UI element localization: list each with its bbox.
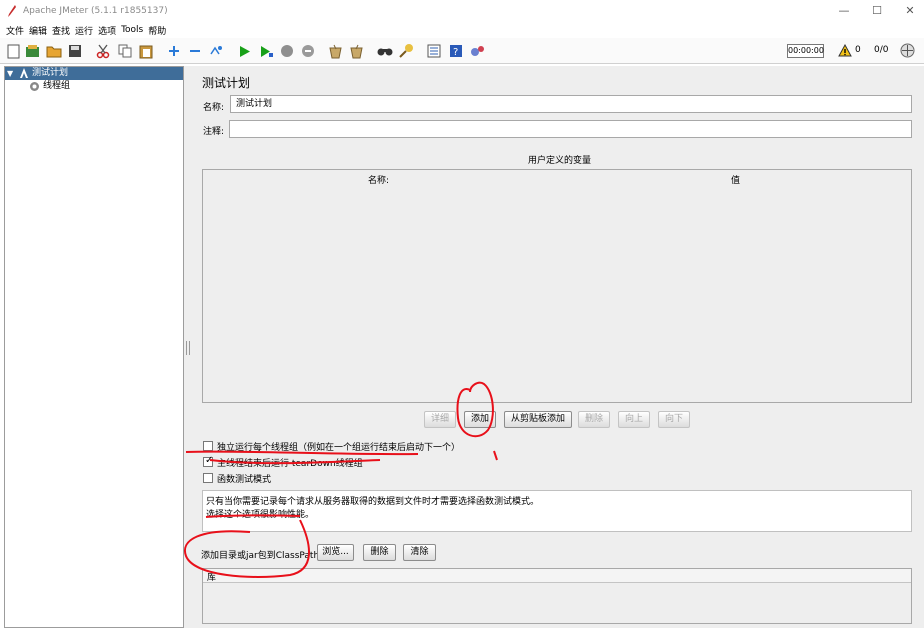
tree-item-test-plan[interactable]: ▼ 测试计划: [5, 67, 183, 80]
comment-label: 注释:: [203, 127, 225, 137]
classpath-delete-button[interactable]: 删除: [363, 544, 396, 561]
start-icon[interactable]: [237, 43, 253, 59]
new-icon[interactable]: [5, 43, 21, 59]
add-from-clipboard-button[interactable]: 从剪贴板添加: [504, 411, 572, 428]
functional-mode-label: 函数测试模式: [217, 475, 272, 485]
warning-icon[interactable]: [838, 43, 852, 60]
user-vars-title: 用户定义的变量: [528, 156, 592, 166]
classpath-label: 添加目录或jar包到ClassPath: [201, 551, 320, 561]
remote-icon[interactable]: [469, 43, 485, 59]
cut-icon[interactable]: [95, 43, 111, 59]
library-table[interactable]: 库: [202, 568, 912, 624]
warning-count: 0: [855, 45, 861, 55]
reset-search-icon[interactable]: [398, 43, 414, 59]
detail-button[interactable]: 详细: [424, 411, 456, 428]
run-groups-consecutively-checkbox[interactable]: [203, 441, 213, 451]
menu-search[interactable]: 查找: [52, 24, 70, 37]
menu-file[interactable]: 文件: [6, 24, 24, 37]
toggle-icon[interactable]: [208, 43, 224, 59]
search-icon[interactable]: [377, 43, 393, 59]
run-groups-consecutively-label: 独立运行每个线程组（例如在一个组运行结束后启动下一个）: [217, 443, 461, 453]
menu-help[interactable]: 帮助: [148, 24, 166, 37]
title-bar: Apache JMeter (5.1.1 r1855137) — ☐ ✕: [0, 0, 924, 22]
move-up-button[interactable]: 向上: [618, 411, 650, 428]
teardown-on-shutdown-label: 主线程结束后运行 tearDown线程组: [217, 459, 363, 469]
window-title: Apache JMeter (5.1.1 r1855137): [23, 6, 168, 16]
functional-mode-checkbox[interactable]: [203, 473, 213, 483]
test-plan-panel: 测试计划 名称: 测试计划 注释: 用户定义的变量 名称: 值 详细 添加 从剪…: [194, 66, 924, 628]
expand-toggle-icon[interactable]: ▼: [7, 67, 13, 80]
templates-icon[interactable]: [24, 43, 40, 59]
add-button[interactable]: 添加: [464, 411, 496, 428]
divider-grip[interactable]: [186, 341, 190, 355]
tree-item-label: 线程组: [43, 81, 71, 91]
move-down-button[interactable]: 向下: [658, 411, 690, 428]
elapsed-timer: 00:00:00: [787, 44, 824, 58]
menu-edit[interactable]: 编辑: [29, 24, 47, 37]
column-header-name[interactable]: 名称:: [368, 173, 389, 186]
function-helper-icon[interactable]: [426, 43, 442, 59]
open-icon[interactable]: [46, 43, 62, 59]
save-icon[interactable]: [67, 43, 83, 59]
paste-icon[interactable]: [138, 43, 154, 59]
clear-all-icon[interactable]: [348, 43, 364, 59]
gear-icon: [29, 81, 40, 97]
clear-icon[interactable]: [327, 43, 343, 59]
user-vars-table[interactable]: 名称: 值: [202, 169, 912, 403]
menu-bar: 文件 编辑 查找 运行 选项 Tools 帮助: [0, 22, 924, 38]
start-no-pause-icon[interactable]: [258, 43, 274, 59]
copy-icon[interactable]: [117, 43, 133, 59]
collapse-icon[interactable]: [187, 43, 203, 59]
classpath-clear-button[interactable]: 清除: [403, 544, 436, 561]
functional-mode-note: 只有当你需要记录每个请求从服务器取得的数据到文件时才需要选择函数测试模式。 选择…: [202, 490, 912, 532]
tree-item-thread-group[interactable]: 线程组: [5, 80, 183, 93]
svg-text:?: ?: [453, 47, 458, 58]
delete-button[interactable]: 删除: [578, 411, 610, 428]
note-line-1: 只有当你需要记录每个请求从服务器取得的数据到文件时才需要选择函数测试模式。: [206, 497, 540, 507]
jmeter-feather-icon: [7, 5, 17, 17]
expand-icon[interactable]: [166, 43, 182, 59]
close-icon[interactable]: ✕: [903, 4, 917, 18]
menu-run[interactable]: 运行: [75, 24, 93, 37]
maximize-icon[interactable]: ☐: [870, 4, 884, 18]
menu-options[interactable]: 选项: [98, 24, 116, 37]
split-pane-divider[interactable]: [184, 66, 194, 628]
column-header-value[interactable]: 值: [731, 173, 740, 186]
name-field[interactable]: 测试计划: [230, 95, 912, 113]
remote-status-icon: [900, 43, 915, 61]
comment-field[interactable]: [229, 120, 912, 138]
shutdown-icon[interactable]: [300, 43, 316, 59]
minimize-icon[interactable]: —: [837, 4, 851, 18]
library-header[interactable]: 库: [203, 569, 911, 583]
library-column-header: 库: [207, 573, 217, 583]
toolbar: ?: [0, 38, 924, 64]
browse-button[interactable]: 浏览...: [317, 544, 354, 561]
note-line-2: 选择这个选项很影响性能。: [206, 510, 315, 520]
panel-title: 测试计划: [202, 76, 251, 90]
menu-tools[interactable]: Tools: [121, 25, 143, 35]
test-plan-tree: ▼ 测试计划 线程组: [4, 66, 184, 628]
teardown-on-shutdown-checkbox[interactable]: [203, 455, 213, 467]
help-icon[interactable]: ?: [448, 43, 464, 59]
tree-item-label: 测试计划: [32, 68, 69, 78]
active-threads-count: 0/0: [874, 45, 889, 55]
stop-icon[interactable]: [279, 43, 295, 59]
name-label: 名称:: [203, 103, 225, 113]
